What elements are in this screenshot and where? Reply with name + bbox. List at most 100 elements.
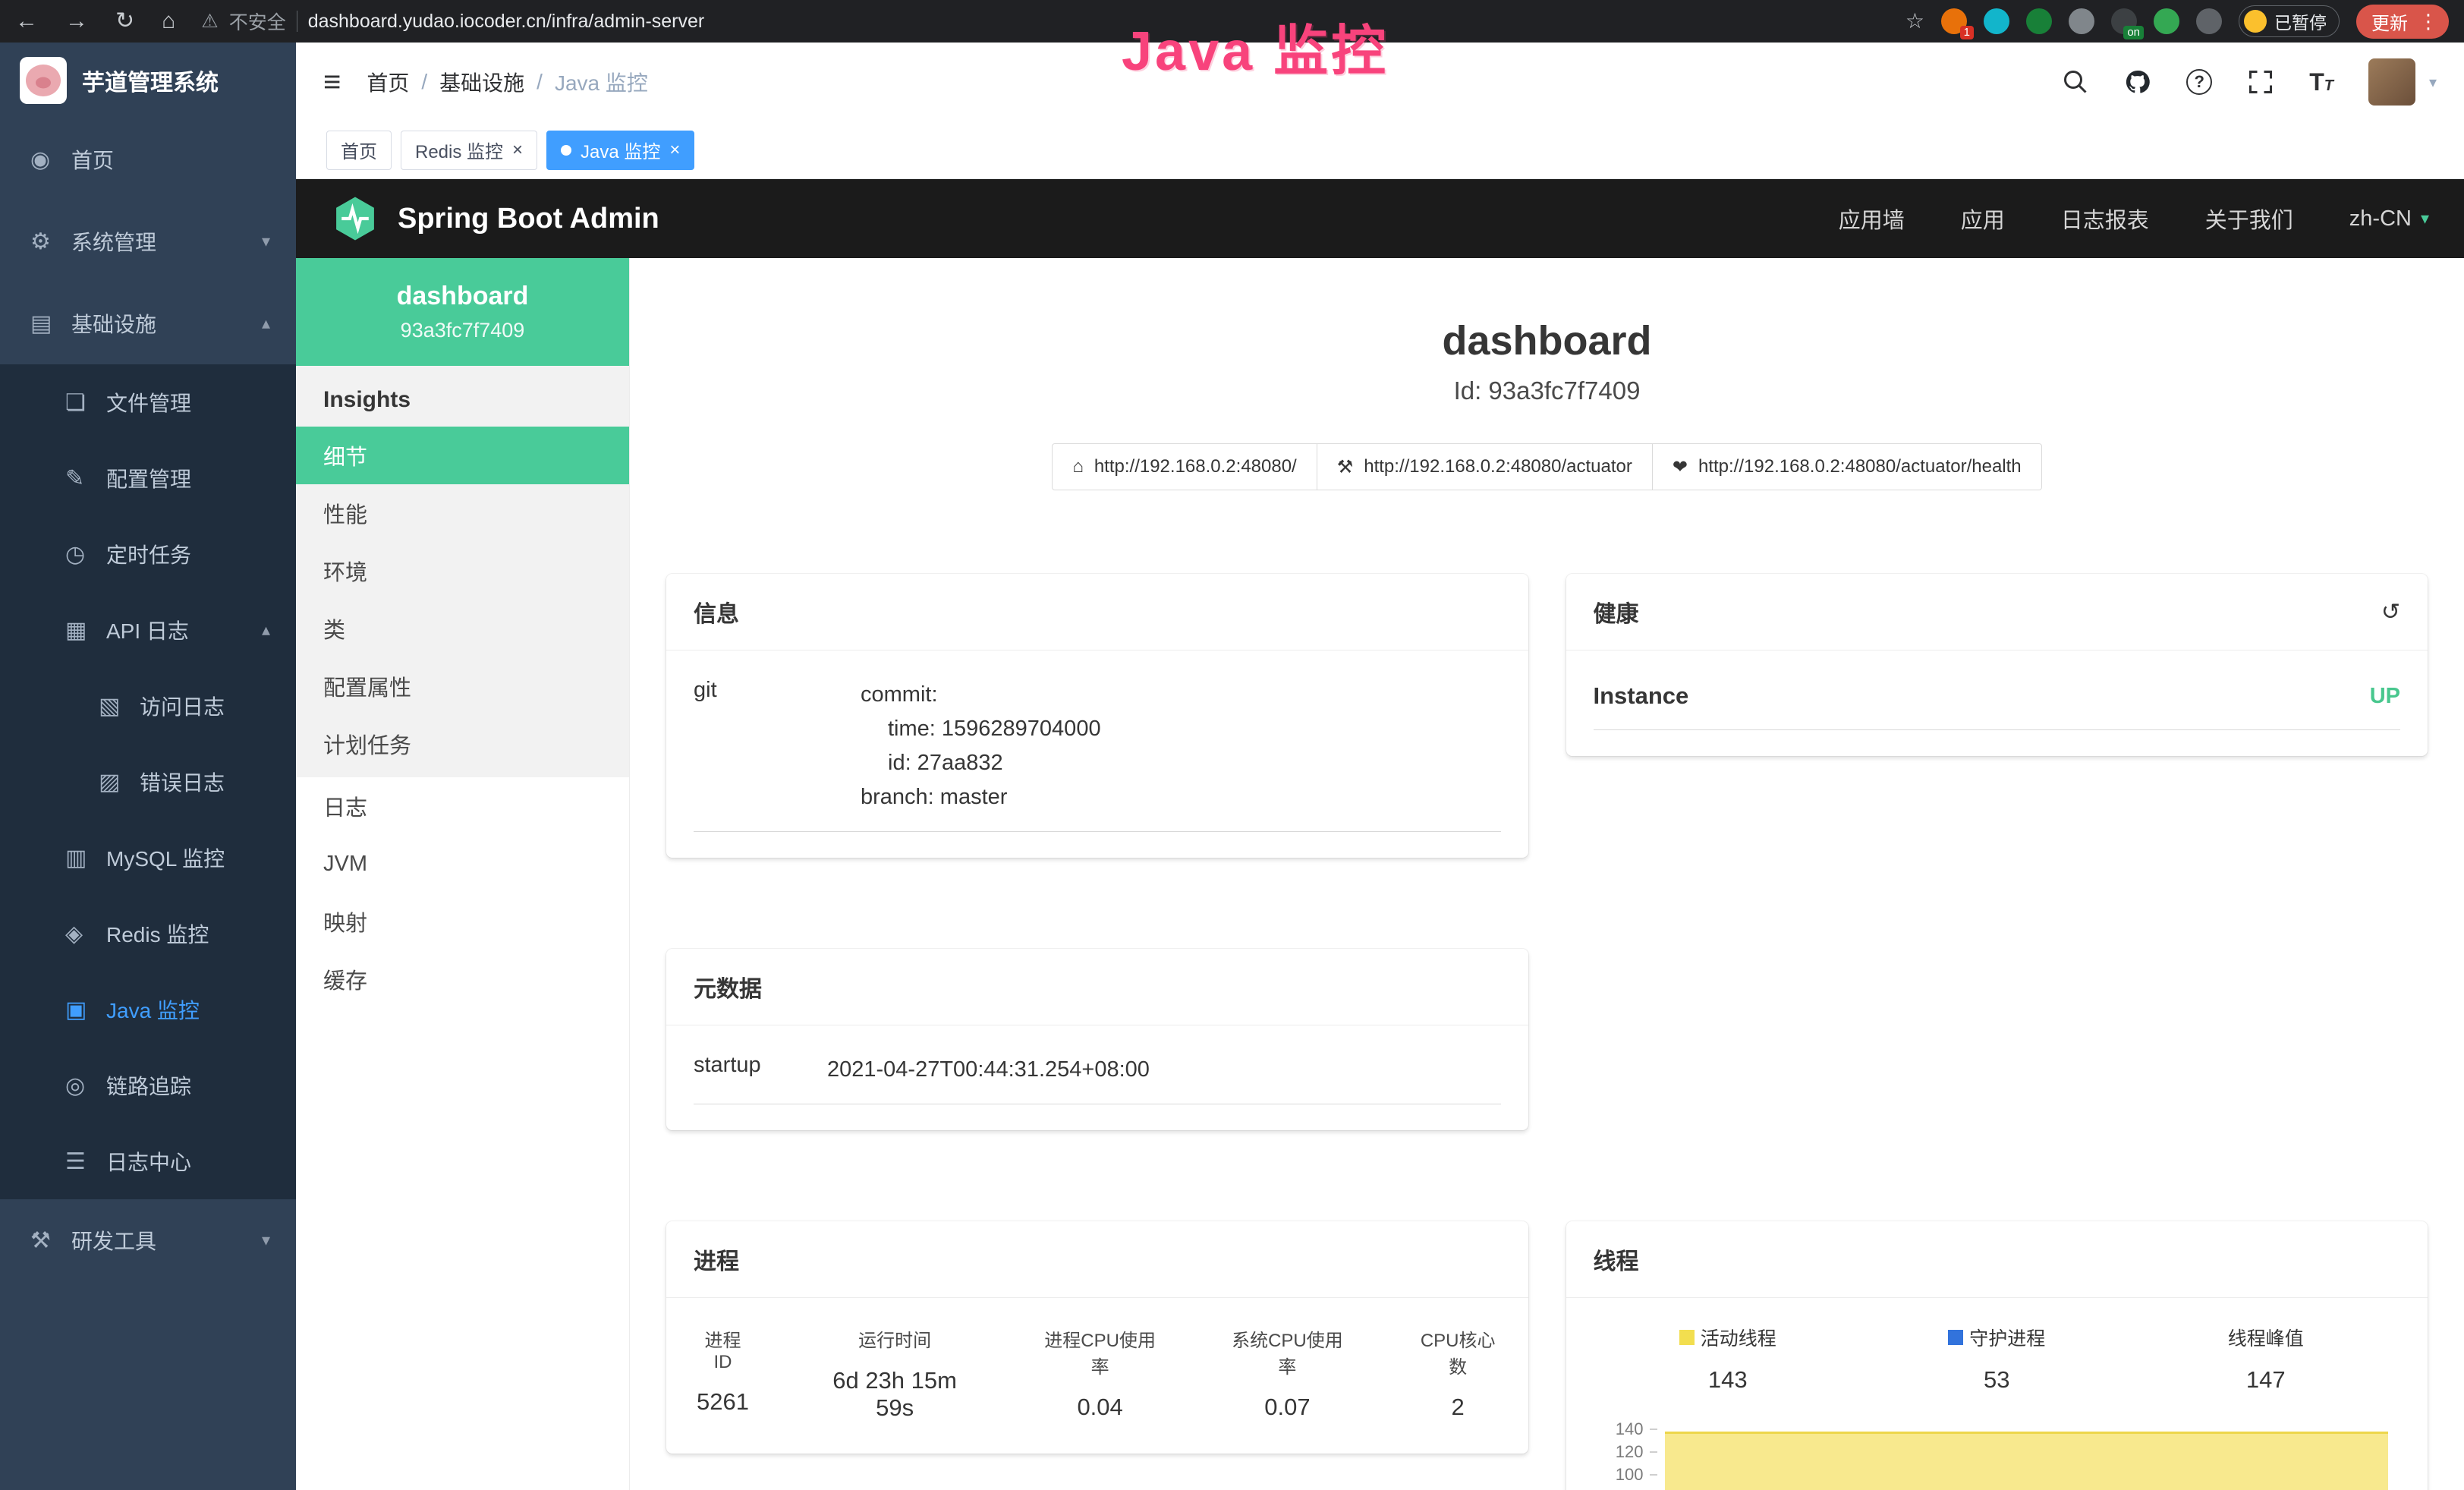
log-center-icon: ☰ xyxy=(65,1148,106,1175)
infrastructure-icon: ▤ xyxy=(30,310,71,337)
sidebar-item-error-logs[interactable]: ▨ 错误日志 xyxy=(0,744,296,820)
sidebar-item-home[interactable]: ◉ 首页 xyxy=(0,118,296,200)
active-tab-dot xyxy=(561,145,571,156)
font-size-icon[interactable]: TT xyxy=(2309,68,2333,96)
bookmark-star-icon[interactable]: ☆ xyxy=(1905,11,1924,32)
address-bar[interactable]: ⚠ 不安全 dashboard.yudao.iocoder.cn/infra/a… xyxy=(201,8,704,35)
history-icon[interactable]: ↺ xyxy=(2381,599,2400,625)
instance-heading: dashboard Id: 93a3fc7f7409 xyxy=(630,258,2464,405)
breadcrumb-infrastructure[interactable]: 基础设施 xyxy=(439,67,524,97)
health-url-button[interactable]: ❤ http://192.168.0.2:48080/actuator/heal… xyxy=(1652,443,2042,490)
extension-icon-4[interactable] xyxy=(2069,8,2094,34)
avatar-caret-icon[interactable]: ▾ xyxy=(2429,73,2437,92)
sidebar-item-system-management[interactable]: ⚙ 系统管理 ▾ xyxy=(0,200,296,282)
trace-icon: ◎ xyxy=(65,1073,106,1099)
sba-item-mappings[interactable]: 映射 xyxy=(296,893,629,950)
sba-nav-wallboard[interactable]: 应用墙 xyxy=(1839,203,1905,235)
breadcrumb-current: Java 监控 xyxy=(555,67,648,97)
actuator-url-button[interactable]: ⚒ http://192.168.0.2:48080/actuator xyxy=(1317,443,1653,490)
breadcrumb: 首页 / 基础设施 / Java 监控 xyxy=(367,67,648,97)
close-icon[interactable]: × xyxy=(669,140,680,161)
sidebar-item-api-logs[interactable]: ▦ API 日志 ▴ xyxy=(0,592,296,668)
extension-icon-7[interactable] xyxy=(2196,8,2222,34)
clock-icon: ◷ xyxy=(65,541,106,568)
search-icon[interactable] xyxy=(2062,68,2089,96)
url-text[interactable]: dashboard.yudao.iocoder.cn/infra/admin-s… xyxy=(308,11,705,33)
file-icon: ❏ xyxy=(65,389,106,416)
sidebar-toggle-icon[interactable]: ≡ xyxy=(323,65,341,99)
sidebar-item-log-center[interactable]: ☰ 日志中心 xyxy=(0,1123,296,1199)
sidebar-item-redis-monitor[interactable]: ◈ Redis 监控 xyxy=(0,896,296,972)
sba-brand[interactable]: Spring Boot Admin xyxy=(331,194,659,243)
sidebar-item-scheduled-tasks[interactable]: ◷ 定时任务 xyxy=(0,516,296,592)
chevron-up-icon: ▴ xyxy=(262,620,270,640)
extension-icon-1[interactable]: 1 xyxy=(1941,8,1967,34)
sba-item-classes[interactable]: 类 xyxy=(296,600,629,657)
sidebar-item-tracing[interactable]: ◎ 链路追踪 xyxy=(0,1047,296,1123)
browser-update-button[interactable]: 更新 ⋮ xyxy=(2356,5,2449,39)
github-icon[interactable] xyxy=(2124,68,2151,96)
tab-home[interactable]: 首页 xyxy=(326,131,392,170)
legend-daemon-threads: 守护进程 53 xyxy=(1862,1324,2132,1394)
sba-item-logs[interactable]: 日志 xyxy=(296,777,629,835)
sba-item-jvm[interactable]: JVM xyxy=(296,835,629,893)
stat-cpu-cores: CPU核心数 2 xyxy=(1415,1325,1501,1422)
app-logo-row[interactable]: 芋道管理系统 xyxy=(0,43,296,118)
sidebar-item-infrastructure[interactable]: ▤ 基础设施 ▴ xyxy=(0,282,296,364)
back-icon[interactable]: ← xyxy=(15,10,38,33)
health-card-header: 健康 ↺ xyxy=(1566,574,2428,650)
help-icon[interactable]: ? xyxy=(2186,69,2212,95)
extension-icon-2[interactable] xyxy=(1984,8,2009,34)
sidebar-item-java-monitor[interactable]: ▣ Java 监控 xyxy=(0,972,296,1047)
extension-icon-3[interactable] xyxy=(2026,8,2052,34)
extension-on-badge: on xyxy=(2123,26,2144,39)
menu-label: Java 监控 xyxy=(106,994,200,1025)
locale-selector[interactable]: zh-CN ▾ xyxy=(2349,206,2429,232)
forward-icon[interactable]: → xyxy=(65,10,88,33)
tab-redis-monitor[interactable]: Redis 监控 × xyxy=(401,131,537,170)
sba-item-caches[interactable]: 缓存 xyxy=(296,950,629,1008)
sidebar-item-access-logs[interactable]: ▧ 访问日志 xyxy=(0,668,296,744)
update-label: 更新 xyxy=(2371,8,2408,35)
sba-brand-label: Spring Boot Admin xyxy=(398,203,659,235)
tab-java-monitor[interactable]: Java 监控 × xyxy=(546,131,694,170)
breadcrumb-home[interactable]: 首页 xyxy=(367,67,409,97)
extension-icon-6[interactable] xyxy=(2154,8,2179,34)
reload-icon[interactable]: ↻ xyxy=(115,10,134,33)
sidebar-item-config-management[interactable]: ✎ 配置管理 xyxy=(0,440,296,516)
extension-icon-5[interactable]: on xyxy=(2111,8,2137,34)
sba-nav-journal[interactable]: 日志报表 xyxy=(2061,203,2149,235)
sba-item-environment[interactable]: 环境 xyxy=(296,542,629,600)
card-title: 线程 xyxy=(1594,1243,1639,1276)
mysql-icon: ▥ xyxy=(65,845,106,871)
sba-item-metrics[interactable]: 性能 xyxy=(296,484,629,542)
sba-item-details[interactable]: 细节 xyxy=(296,427,629,484)
screen: ← → ↻ ⌂ ⚠ 不安全 dashboard.yudao.iocoder.cn… xyxy=(0,0,2464,1490)
paused-extension-badge[interactable]: 已暂停 xyxy=(2239,5,2340,37)
close-icon[interactable]: × xyxy=(512,140,523,161)
actuator-url-label: http://192.168.0.2:48080/actuator xyxy=(1364,456,1632,477)
card-title: 元数据 xyxy=(694,970,762,1003)
threads-card-header: 线程 xyxy=(1566,1221,2428,1298)
sba-nav-applications[interactable]: 应用 xyxy=(1961,203,2005,235)
sba-item-config-props[interactable]: 配置属性 xyxy=(296,657,629,715)
home-icon: ⌂ xyxy=(1072,456,1084,477)
sidebar-item-dev-tools[interactable]: ⚒ 研发工具 ▾ xyxy=(0,1199,296,1281)
sba-item-scheduled-tasks[interactable]: 计划任务 xyxy=(296,715,629,773)
fullscreen-icon[interactable] xyxy=(2247,68,2274,96)
annotation-java-monitor: Java 监控 xyxy=(1122,6,1389,86)
instance-header[interactable]: dashboard 93a3fc7f7409 xyxy=(296,258,629,366)
browser-home-icon[interactable]: ⌂ xyxy=(162,10,175,33)
security-label[interactable]: 不安全 xyxy=(229,8,286,35)
tab-label: Redis 监控 xyxy=(415,137,503,163)
health-instance-row[interactable]: Instance UP xyxy=(1594,657,2401,730)
redis-icon: ◈ xyxy=(65,921,106,947)
sidebar-item-file-management[interactable]: ❏ 文件管理 xyxy=(0,364,296,440)
sidebar-item-mysql-monitor[interactable]: ▥ MySQL 监控 xyxy=(0,820,296,896)
sba-nav-about[interactable]: 关于我们 xyxy=(2205,203,2293,235)
avatar[interactable] xyxy=(2368,58,2415,106)
health-url-label: http://192.168.0.2:48080/actuator/health xyxy=(1698,456,2022,477)
browser-nav: ← → ↻ ⌂ xyxy=(15,10,175,33)
instance-url-button[interactable]: ⌂ http://192.168.0.2:48080/ xyxy=(1052,443,1317,490)
browser-menu-icon[interactable]: ⋮ xyxy=(2418,10,2438,33)
